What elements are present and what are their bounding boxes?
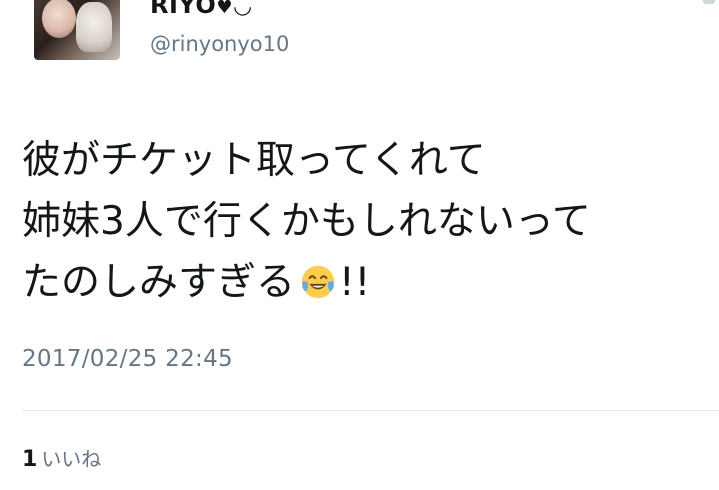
caret-icon[interactable] xyxy=(703,0,715,4)
avatar[interactable] xyxy=(34,0,120,60)
likes-count: 1 xyxy=(22,447,38,472)
face-with-tears-of-joy-emoji xyxy=(301,265,335,299)
tweet-line-1: 彼がチケット取ってくれて xyxy=(22,138,486,183)
tweet-line-3-text: たのしみすぎる xyxy=(22,260,296,305)
avatar-face xyxy=(42,0,76,38)
tweet-line-3-suffix: !! xyxy=(339,260,371,305)
display-name-text: RIYO xyxy=(150,0,217,19)
timestamp[interactable]: 2017/02/25 22:45 xyxy=(22,344,233,374)
likes-label: いいね xyxy=(41,447,102,471)
smile-icon: ◡̈ xyxy=(232,0,253,19)
tweet-line-2: 姉妹3人で行くかもしれないって xyxy=(22,199,591,244)
avatar-hand xyxy=(76,2,112,52)
user-handle[interactable]: @rinyonyo10 xyxy=(150,31,289,57)
likes-stat[interactable]: 1 いいね xyxy=(22,445,101,475)
tweet-text: 彼がチケット取ってくれて 姉妹3人で行くかもしれないって たのしみすぎる !! xyxy=(22,130,702,313)
heart-icon: ♥ xyxy=(216,0,233,18)
tweet-line-3: たのしみすぎる !! xyxy=(22,252,702,313)
display-name[interactable]: RIYO♥◡̈ xyxy=(150,0,253,22)
divider xyxy=(22,410,719,411)
